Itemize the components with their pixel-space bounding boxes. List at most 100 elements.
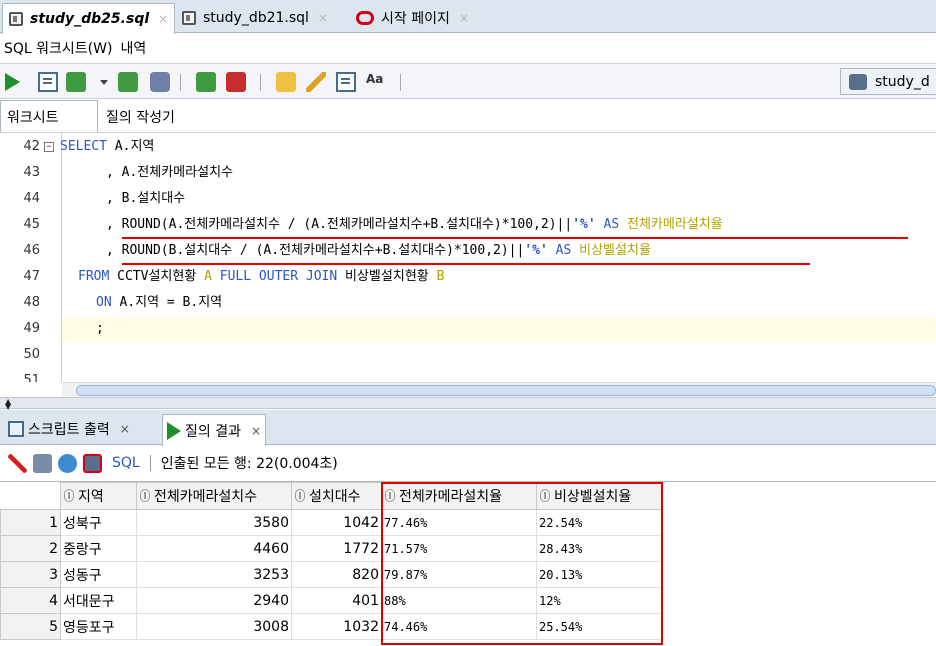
commit-icon[interactable] xyxy=(66,72,86,92)
cell-bells[interactable]: 401 xyxy=(291,587,382,614)
cell-bells[interactable]: 1772 xyxy=(291,535,382,562)
column-header-region[interactable]: 지역 xyxy=(60,482,137,510)
editor-tab-study-db25[interactable]: study_db25.sql × xyxy=(2,3,176,34)
chevron-down-icon[interactable] xyxy=(100,80,108,85)
editor-tab-label: study_db21.sql xyxy=(203,10,309,26)
table-row[interactable]: 2 중랑구 4460 1772 71.57% 28.43% xyxy=(0,535,662,562)
tab-history[interactable]: 내역 xyxy=(116,36,150,60)
autotrace-icon[interactable] xyxy=(196,72,216,92)
cell-bell-rate[interactable]: 20.13% xyxy=(536,561,662,588)
tab-sql-worksheet[interactable]: SQL 워크시트(W) xyxy=(0,36,117,60)
cancel-icon[interactable] xyxy=(83,453,102,473)
code-text: , ROUND(A.전체카메라설치수 / (A.전체카메라설치수+B.설치대수)… xyxy=(106,212,723,238)
tab-script-output[interactable]: 스크립트 출력 × xyxy=(4,414,134,444)
cell-cameras[interactable]: 4460 xyxy=(136,535,292,562)
sort-icon[interactable] xyxy=(540,489,550,502)
cell-cameras[interactable]: 2940 xyxy=(136,587,292,614)
column-header-bell-rate[interactable]: 비상벨설치율 xyxy=(536,482,662,510)
worksheet-toolbar: Aa study_d xyxy=(0,63,936,99)
connection-name: study_d xyxy=(875,73,930,90)
cell-region[interactable]: 성북구 xyxy=(60,509,137,536)
editor-tab-bar: study_db25.sql × study_db21.sql × 시작 페이지… xyxy=(0,0,936,34)
close-icon[interactable]: × xyxy=(459,11,469,25)
column-header-label: 전체카메라설치수 xyxy=(154,489,258,505)
cell-region[interactable]: 중랑구 xyxy=(60,535,137,562)
sort-icon[interactable] xyxy=(295,489,305,502)
table-row[interactable]: 4 서대문구 2940 401 88% 12% xyxy=(0,587,662,614)
table-row[interactable]: 5 영등포구 3008 1032 74.46% 25.54% xyxy=(0,613,662,640)
table-row[interactable]: 3 성동구 3253 820 79.87% 20.13% xyxy=(0,561,662,588)
cell-camera-rate[interactable]: 79.87% xyxy=(381,561,537,588)
cell-bells[interactable]: 1042 xyxy=(291,509,382,536)
code-line-47: 47 FROM CCTV설치현황 A FULL OUTER JOIN 비상벨설치… xyxy=(0,264,936,290)
editor-tab-start-page[interactable]: 시작 페이지 × xyxy=(350,3,475,33)
horizontal-scrollbar[interactable] xyxy=(62,382,936,397)
clear-icon[interactable] xyxy=(306,72,326,92)
tab-query-result[interactable]: 질의 결과 × xyxy=(162,414,267,446)
table-alias: A xyxy=(204,269,212,284)
sql-editor[interactable]: 42 − SELECT A.지역 43 , A.전체카메라설치수 44 , B.… xyxy=(0,132,936,382)
cell-cameras[interactable]: 3008 xyxy=(136,613,292,640)
code-fragment: ROUND(A.전체카메라설치수 / (A.전체카메라설치수+B.설치대수)*1… xyxy=(121,217,573,232)
print-icon[interactable] xyxy=(33,453,52,473)
cell-camera-rate[interactable]: 71.57% xyxy=(381,535,537,562)
tab-query-builder[interactable]: 질의 작성기 xyxy=(98,101,183,132)
row-number: 5 xyxy=(0,613,61,640)
explain-plan-icon[interactable] xyxy=(150,72,170,92)
code-fragment: CCTV설치현황 xyxy=(109,269,205,284)
sql-tuning-icon[interactable] xyxy=(226,72,246,92)
close-icon[interactable]: × xyxy=(251,424,261,438)
column-header-bells[interactable]: 설치대수 xyxy=(291,482,382,510)
cell-bell-rate[interactable]: 12% xyxy=(536,587,662,614)
cell-bells[interactable]: 820 xyxy=(291,561,382,588)
column-header-label: 비상벨설치율 xyxy=(554,489,632,505)
table-row[interactable]: 1 성북구 3580 1042 77.46% 22.54% xyxy=(0,509,662,536)
split-arrows-icon[interactable]: ▲ ▼ xyxy=(5,398,11,411)
cell-region[interactable]: 서대문구 xyxy=(60,587,137,614)
cell-bells[interactable]: 1032 xyxy=(291,613,382,640)
pane-splitter[interactable]: ▲ ▼ xyxy=(0,397,936,411)
close-icon[interactable]: × xyxy=(158,12,168,26)
sort-icon[interactable] xyxy=(140,489,150,502)
cell-cameras[interactable]: 3580 xyxy=(136,509,292,536)
sort-icon[interactable] xyxy=(64,489,74,502)
result-grid[interactable]: 지역 전체카메라설치수 설치대수 전체카메라설치율 비상벨설치율 1 성북구 3… xyxy=(0,481,936,646)
rollback-icon[interactable] xyxy=(118,72,138,92)
close-icon[interactable]: × xyxy=(120,422,130,436)
fold-icon[interactable]: − xyxy=(44,142,54,152)
scrollbar-thumb[interactable] xyxy=(76,385,936,396)
cell-bell-rate[interactable]: 25.54% xyxy=(536,613,662,640)
code-line-51: 51 xyxy=(0,368,936,382)
run-statement-icon[interactable] xyxy=(5,73,20,91)
cell-camera-rate[interactable]: 77.46% xyxy=(381,509,537,536)
sql-button[interactable]: SQL xyxy=(112,455,140,471)
pin-icon[interactable] xyxy=(8,453,27,473)
cell-bell-rate[interactable]: 28.43% xyxy=(536,535,662,562)
close-icon[interactable]: × xyxy=(318,11,328,25)
refresh-icon[interactable] xyxy=(58,453,77,473)
cell-bell-rate[interactable]: 22.54% xyxy=(536,509,662,536)
cell-region[interactable]: 영등포구 xyxy=(60,613,137,640)
code-text: , ROUND(B.설치대수 / (A.전체카메라설치수+B.설치대수)*100… xyxy=(106,238,651,264)
cell-region[interactable]: 성동구 xyxy=(60,561,137,588)
tab-worksheet[interactable]: 워크시트 xyxy=(0,100,98,132)
result-tab-bar: 스크립트 출력 × 질의 결과 × xyxy=(0,410,936,446)
editor-tab-study-db21[interactable]: study_db21.sql × xyxy=(176,3,334,33)
cell-cameras[interactable]: 3253 xyxy=(136,561,292,588)
history-icon[interactable] xyxy=(336,72,356,92)
cell-camera-rate[interactable]: 74.46% xyxy=(381,613,537,640)
code-line-44: 44 , B.설치대수 xyxy=(0,186,936,212)
sql-history-icon[interactable] xyxy=(276,72,296,92)
run-script-icon[interactable] xyxy=(38,72,58,92)
sort-icon[interactable] xyxy=(385,489,395,502)
sql-keyword: SELECT xyxy=(60,139,107,154)
sql-file-icon xyxy=(9,12,23,26)
string-literal: '%' xyxy=(524,243,548,258)
column-alias: 비상벨설치율 xyxy=(579,243,651,258)
connection-selector[interactable]: study_d xyxy=(840,68,936,95)
column-header-cameras[interactable]: 전체카메라설치수 xyxy=(136,482,292,510)
cell-camera-rate[interactable]: 88% xyxy=(381,587,537,614)
format-icon[interactable]: Aa xyxy=(366,72,386,92)
line-number: 44 xyxy=(23,191,40,206)
column-header-camera-rate[interactable]: 전체카메라설치율 xyxy=(381,482,537,510)
